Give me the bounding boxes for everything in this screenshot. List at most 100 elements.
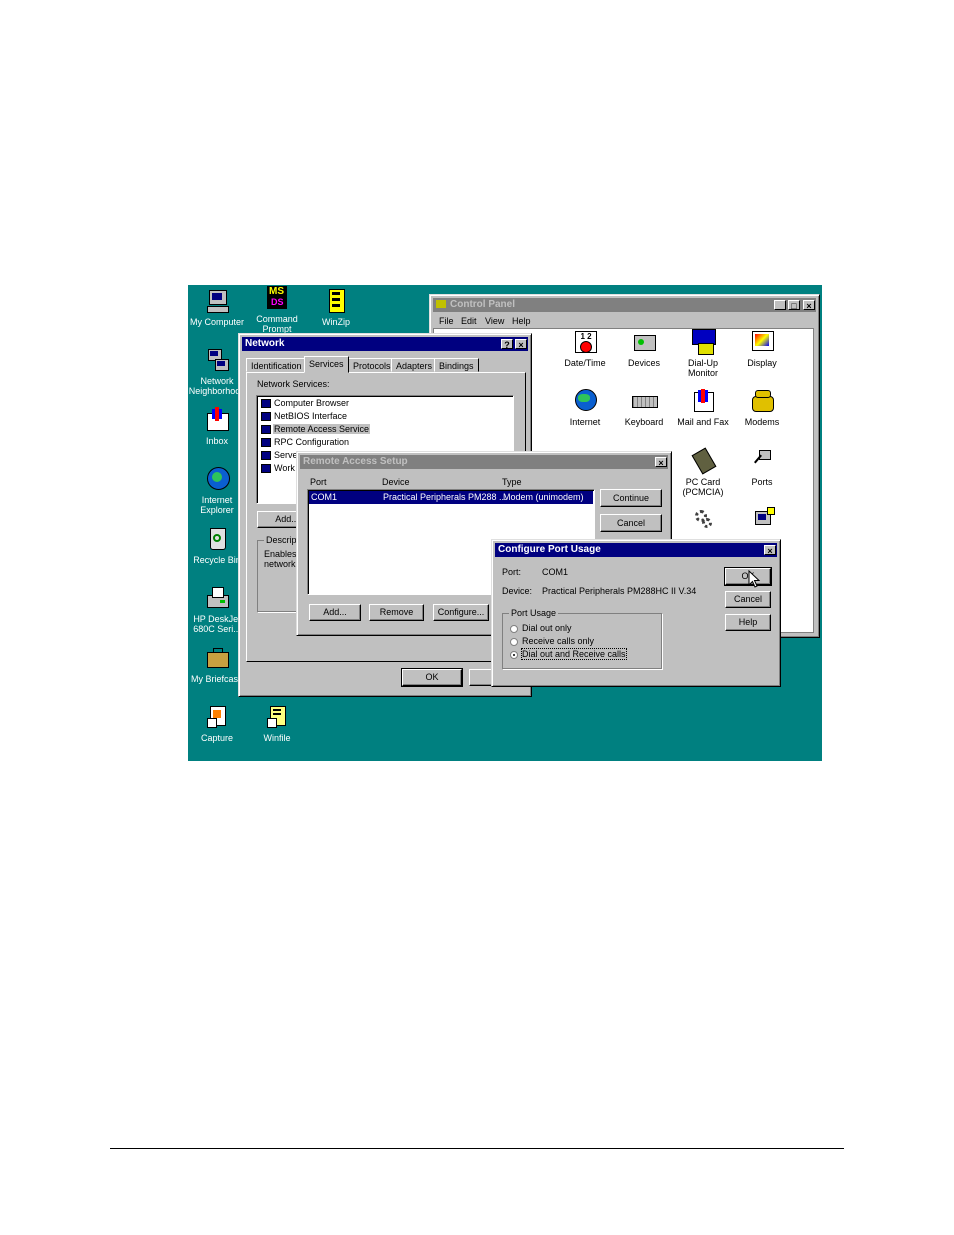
- option-receive-calls-only[interactable]: Receive calls only: [522, 636, 594, 646]
- add-port-button[interactable]: Add...: [309, 604, 361, 621]
- configure-button[interactable]: Configure...: [433, 604, 489, 621]
- desktop-icon-command-prompt[interactable]: MS DS Command Prompt: [246, 285, 308, 334]
- briefcase-icon: [204, 645, 230, 671]
- speaker-icon: [749, 507, 775, 533]
- desktop-icon-capture[interactable]: ↗ Capture: [188, 704, 248, 743]
- pc-card-icon: [690, 447, 717, 475]
- radio-dial-out-only[interactable]: [510, 625, 518, 633]
- service-icon: [261, 425, 271, 434]
- minimize-button[interactable]: _: [774, 300, 786, 311]
- help-title-button[interactable]: ?: [501, 339, 513, 350]
- option-dial-out-and-receive[interactable]: Dial out and Receive calls: [521, 648, 627, 660]
- service-icon: [261, 412, 271, 421]
- menu-view[interactable]: View: [485, 316, 504, 326]
- cp-icon-devices[interactable]: Devices: [614, 329, 674, 368]
- computer-icon: [204, 288, 230, 314]
- cp-icon-date-time[interactable]: 1 2 Date/Time: [555, 329, 615, 368]
- cp-icon-gears[interactable]: [673, 507, 733, 536]
- list-item[interactable]: Computer Browser: [274, 398, 349, 408]
- cp-icon-display[interactable]: Display: [732, 329, 792, 368]
- control-panel-titlebar[interactable]: Control Panel _ □ ×: [433, 298, 816, 312]
- row-type: Modem (unimodem): [503, 492, 584, 502]
- close-button[interactable]: ×: [655, 457, 667, 468]
- display-icon: [749, 329, 775, 355]
- column-port: Port: [310, 477, 327, 487]
- cp-icon-pc-card[interactable]: PC Card (PCMCIA): [673, 447, 733, 497]
- list-item[interactable]: Work: [274, 463, 295, 473]
- menu-edit[interactable]: Edit: [461, 316, 477, 326]
- tab-protocols[interactable]: Protocols: [348, 358, 396, 372]
- table-row[interactable]: COM1 Practical Peripherals PM288 ... Mod…: [309, 491, 593, 504]
- network-titlebar[interactable]: Network ? ×: [242, 337, 528, 351]
- port-value: COM1: [542, 567, 569, 577]
- cancel-button[interactable]: Cancel: [600, 514, 662, 532]
- winfile-icon: ↗: [264, 704, 290, 730]
- cp-icon-internet[interactable]: Internet: [555, 388, 615, 427]
- cpu-titlebar[interactable]: Configure Port Usage ×: [495, 543, 777, 557]
- calendar-icon: 1 2: [572, 329, 598, 355]
- cp-icon-ports[interactable]: Ports: [732, 448, 792, 487]
- mouse-cursor-icon: [748, 570, 760, 588]
- list-item-selected[interactable]: Remote Access Service: [273, 424, 371, 434]
- services-label: Network Services:: [257, 379, 330, 389]
- menu-file[interactable]: File: [439, 316, 454, 326]
- configure-port-usage-dialog: Configure Port Usage × Port: COM1 Device…: [491, 539, 781, 687]
- mail-icon: [690, 388, 716, 414]
- list-item[interactable]: Serve: [274, 450, 298, 460]
- cancel-button[interactable]: Cancel: [725, 591, 771, 608]
- cp-icon-speaker[interactable]: [732, 507, 792, 536]
- service-icon: [261, 399, 271, 408]
- description-group: Descript Enables network: [257, 535, 302, 612]
- cp-icon-dial-up-monitor[interactable]: Dial-Up Monitor: [673, 329, 733, 378]
- window-title: Control Panel: [450, 299, 516, 310]
- menu-help[interactable]: Help: [512, 316, 531, 326]
- plug-icon: [749, 448, 775, 474]
- maximize-button[interactable]: □: [788, 300, 800, 311]
- desktop-icon-label: Command Prompt: [256, 314, 298, 334]
- port-usage-label: Port Usage: [509, 608, 559, 618]
- list-item[interactable]: RPC Configuration: [274, 437, 349, 447]
- device-label: Device:: [502, 586, 533, 596]
- cp-icon-keyboard[interactable]: Keyboard: [614, 388, 674, 427]
- radio-dial-out-and-receive[interactable]: [510, 651, 518, 659]
- device-value: Practical Peripherals PM288HC II V.34: [542, 586, 697, 596]
- window-title: Remote Access Setup: [303, 456, 408, 467]
- remove-button[interactable]: Remove: [369, 604, 424, 621]
- close-button[interactable]: ×: [764, 545, 776, 556]
- tab-adapters[interactable]: Adapters: [391, 358, 438, 372]
- service-icon: [261, 451, 271, 460]
- folder-icon: [436, 300, 446, 309]
- desktop-icon-winfile[interactable]: ↗ Winfile: [246, 704, 308, 743]
- tab-strip: Identification Services Protocols Adapte…: [246, 356, 526, 373]
- cp-icon-mail-and-fax[interactable]: Mail and Fax: [673, 388, 733, 427]
- ok-button[interactable]: OK: [401, 668, 463, 687]
- ras-titlebar[interactable]: Remote Access Setup ×: [300, 455, 668, 469]
- phone-icon: [749, 388, 775, 414]
- tab-identification[interactable]: Identification: [246, 358, 307, 372]
- tab-services[interactable]: Services: [304, 356, 349, 373]
- row-device: Practical Peripherals PM288 ...: [383, 492, 507, 502]
- globe-icon: [572, 388, 598, 414]
- devices-icon: [631, 329, 657, 355]
- winzip-icon: [323, 288, 349, 314]
- desktop-icon-my-computer[interactable]: My Computer: [188, 288, 248, 327]
- row-port: COM1: [311, 492, 338, 502]
- recycle-bin-icon: [204, 526, 230, 552]
- close-button[interactable]: ×: [515, 339, 527, 350]
- cp-icon-modems[interactable]: Modems: [732, 388, 792, 427]
- continue-button[interactable]: Continue: [600, 489, 662, 507]
- column-type: Type: [502, 477, 522, 487]
- help-button[interactable]: Help: [725, 614, 771, 631]
- radio-receive-calls-only[interactable]: [510, 638, 518, 646]
- monitor-icon: [690, 329, 716, 355]
- keyboard-icon: [631, 388, 658, 414]
- desktop-icon-winzip[interactable]: WinZip: [305, 288, 367, 327]
- option-dial-out-only[interactable]: Dial out only: [522, 623, 572, 633]
- desktop-icon-label: My Computer: [189, 317, 244, 327]
- network-icon: [204, 347, 230, 373]
- column-device: Device: [382, 477, 410, 487]
- tab-bindings[interactable]: Bindings: [434, 358, 479, 372]
- list-item[interactable]: NetBIOS Interface: [274, 411, 347, 421]
- close-button[interactable]: ×: [803, 300, 815, 311]
- desktop-icon-label: WinZip: [321, 317, 350, 327]
